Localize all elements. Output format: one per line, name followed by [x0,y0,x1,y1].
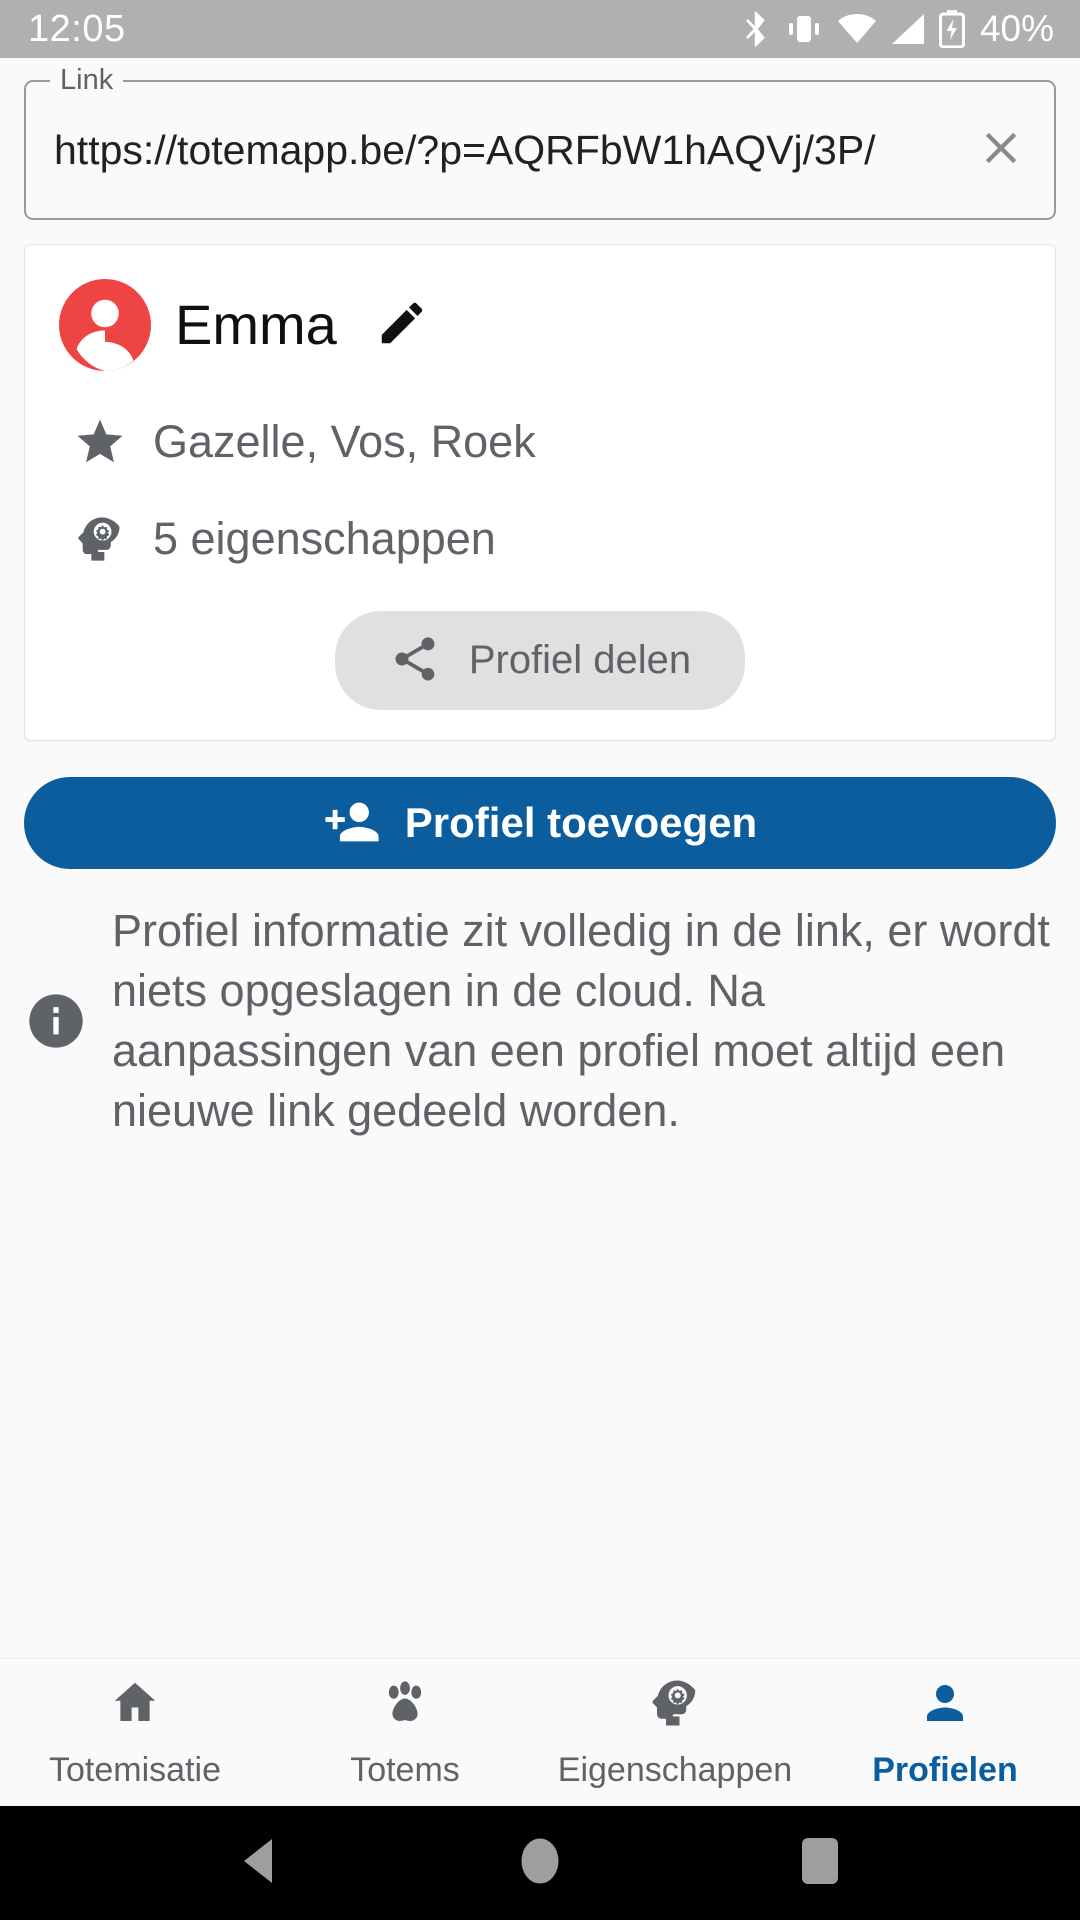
nav-label-profielen: Profielen [872,1750,1018,1789]
home-circle-icon [514,1833,566,1894]
link-field-label: Link [50,64,124,97]
main-content: https://totemapp.be/?p=AQRFbW1hAQVj/3P/ … [0,58,1080,1658]
psychology-icon [648,1676,702,1735]
status-icons: 40% [741,8,1054,50]
nav-item-totems[interactable]: Totems [270,1676,540,1790]
status-bar: 12:05 40% [0,0,1080,58]
profile-header: Emma [59,279,1021,371]
bluetooth-icon [741,10,771,48]
share-icon [389,633,441,688]
android-system-bar [0,1806,1080,1920]
psychology-icon [73,513,127,565]
paw-icon [378,1676,432,1735]
nav-label-totemisatie: Totemisatie [49,1750,221,1789]
home-button[interactable] [495,1818,585,1908]
cell-signal-icon [890,13,926,45]
person-icon [918,1676,972,1735]
add-profile-button[interactable]: Profiel toevoegen [24,777,1056,869]
nav-item-eigenschappen[interactable]: Eigenschappen [540,1676,810,1790]
info-icon [24,989,88,1053]
profile-card[interactable]: Emma Gazelle, Vos, Roek 5 eigenschappen … [24,244,1056,741]
bottom-navigation: Totemisatie Totems Eigenschappen Profiel… [0,1658,1080,1806]
wifi-icon [837,13,877,45]
battery-percent: 40% [979,8,1054,49]
account-circle-icon [59,279,151,371]
nav-label-totems: Totems [350,1750,460,1789]
link-value-text: https://totemapp.be/?p=AQRFbW1hAQVj/3P/ [54,126,876,173]
nav-label-eigenschappen: Eigenschappen [557,1750,793,1789]
pencil-icon [375,296,429,355]
recents-square-icon [798,1836,842,1891]
recents-button[interactable] [775,1818,865,1908]
profile-name: Emma [175,293,337,356]
close-icon [975,122,1027,179]
clear-link-button[interactable] [970,119,1032,181]
battery-icon [938,10,965,48]
home-icon [108,1676,162,1735]
add-profile-label: Profiel toevoegen [404,799,758,846]
person-add-icon [323,793,381,854]
link-input[interactable]: https://totemapp.be/?p=AQRFbW1hAQVj/3P/ [24,80,1056,220]
nav-item-profielen[interactable]: Profielen [810,1676,1080,1790]
back-triangle-icon [236,1835,284,1892]
status-time: 12:05 [28,7,126,50]
app-root: 12:05 40% https://totemapp.be/?p=AQRFbW1… [0,0,1080,1920]
edit-profile-button[interactable] [375,296,429,355]
info-note-text: Profiel informatie zit volledig in de li… [112,905,1050,1136]
share-profile-label: Profiel delen [468,638,692,682]
share-button-container: Profiel delen [59,611,1021,710]
profile-properties-text: 5 eigenschappen [153,513,496,564]
vibrate-icon [784,12,824,46]
info-note: Profiel informatie zit volledig in de li… [24,901,1052,1140]
profile-totems-text: Gazelle, Vos, Roek [153,416,536,467]
share-profile-button[interactable]: Profiel delen [334,611,746,710]
profile-properties-row: 5 eigenschappen [59,513,1021,565]
nav-item-totemisatie[interactable]: Totemisatie [0,1676,270,1790]
star-icon [73,415,127,469]
back-button[interactable] [215,1818,305,1908]
link-field-container: https://totemapp.be/?p=AQRFbW1hAQVj/3P/ … [24,64,1056,220]
profile-totems-row: Gazelle, Vos, Roek [59,415,1021,469]
